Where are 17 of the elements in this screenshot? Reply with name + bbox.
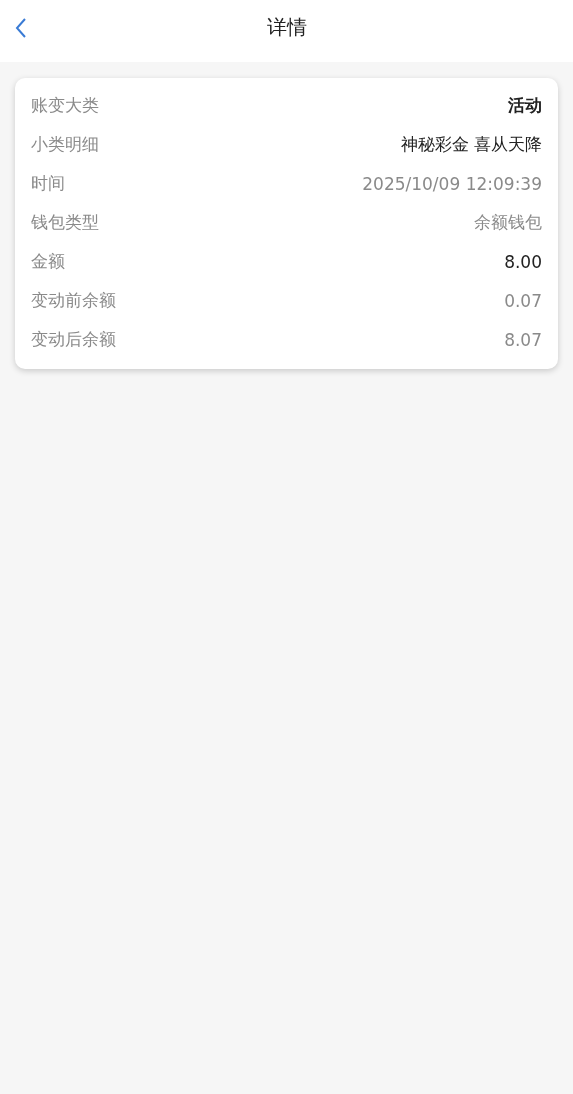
detail-label: 变动前余额 — [31, 289, 116, 312]
detail-value: 2025/10/09 12:09:39 — [362, 173, 542, 194]
detail-value: 余额钱包 — [474, 211, 542, 234]
back-button[interactable] — [14, 17, 28, 39]
detail-value: 8.07 — [504, 329, 542, 350]
detail-label: 账变大类 — [31, 94, 99, 117]
back-icon — [14, 17, 28, 39]
detail-label: 变动后余额 — [31, 328, 116, 351]
detail-value: 神秘彩金 喜从天降 — [400, 133, 542, 156]
detail-value: 8.00 — [504, 251, 542, 272]
detail-label: 金额 — [31, 250, 65, 273]
detail-label: 时间 — [31, 172, 65, 195]
detail-value: 活动 — [508, 94, 542, 117]
page-title: 详情 — [266, 13, 307, 41]
detail-label: 钱包类型 — [31, 211, 99, 234]
detail-label: 小类明细 — [31, 133, 99, 156]
detail-value: 0.07 — [504, 290, 542, 311]
